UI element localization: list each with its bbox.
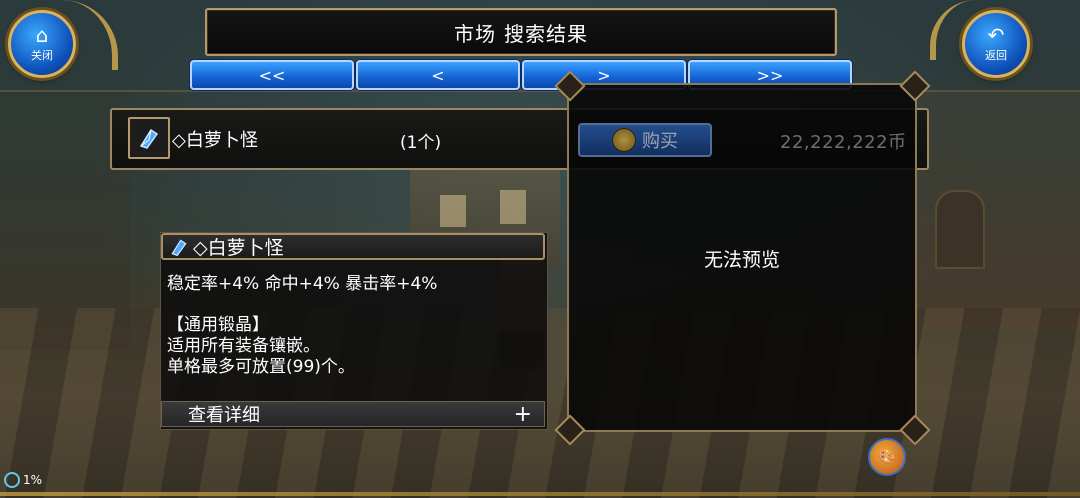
page-title: 市场 搜索结果 — [205, 8, 837, 56]
item-quantity: (1个) — [400, 133, 442, 153]
item-price: 22,222,222币 — [780, 132, 907, 153]
view-details-button[interactable]: 查看详细 + — [161, 401, 545, 427]
detail-line-1: 适用所有装备镶嵌。 — [167, 336, 320, 356]
prev-page-button[interactable]: < — [356, 60, 520, 90]
blue-crystal-icon — [139, 128, 159, 149]
back-button[interactable]: ↶ 返回 — [962, 10, 1030, 78]
preview-message: 无法预览 — [703, 249, 780, 271]
item-detail-panel: ◇白萝卜怪 稳定率+4% 命中+4% 暴击率+4% 【通用锻晶】 适用所有装备镶… — [160, 232, 548, 430]
detail-stats: 稳定率+4% 命中+4% 暴击率+4% — [167, 274, 438, 294]
buy-button[interactable]: 购买 — [578, 123, 712, 157]
first-page-button[interactable]: << — [190, 60, 354, 90]
title-search-results: 搜索结果 — [504, 21, 588, 46]
status-percent: 1% — [23, 473, 43, 487]
title-market: 市场 — [454, 21, 496, 46]
detail-description: 【通用锻晶】 适用所有装备镶嵌。 单格最多可放置(99)个。 — [167, 315, 355, 378]
blue-crystal-icon — [171, 238, 187, 256]
expand-icon: + — [513, 401, 532, 427]
home-icon: ⌂ — [35, 23, 49, 47]
coin-icon — [612, 128, 636, 152]
close-button[interactable]: ⌂ 关闭 — [8, 10, 76, 78]
item-icon-slot — [128, 117, 170, 159]
detail-line-2: 单格最多可放置(99)个。 — [167, 357, 355, 377]
back-label: 返回 — [985, 49, 1007, 62]
background-poster — [440, 195, 466, 227]
background-poster — [500, 190, 526, 224]
buy-label: 购买 — [642, 131, 678, 152]
detail-category: 【通用锻晶】 — [167, 315, 269, 335]
status-indicator: 1% — [4, 472, 42, 488]
detail-header: ◇白萝卜怪 — [161, 233, 545, 260]
loading-icon — [4, 472, 20, 488]
palette-icon[interactable]: 🎨 — [868, 438, 906, 476]
bottom-border — [0, 492, 1080, 496]
return-icon: ↶ — [987, 23, 1005, 47]
detail-item-name: ◇白萝卜怪 — [193, 237, 284, 259]
close-label: 关闭 — [31, 49, 53, 62]
view-details-label: 查看详细 — [188, 405, 260, 426]
item-name: ◇白萝卜怪 — [172, 130, 258, 151]
background-door — [935, 190, 985, 269]
